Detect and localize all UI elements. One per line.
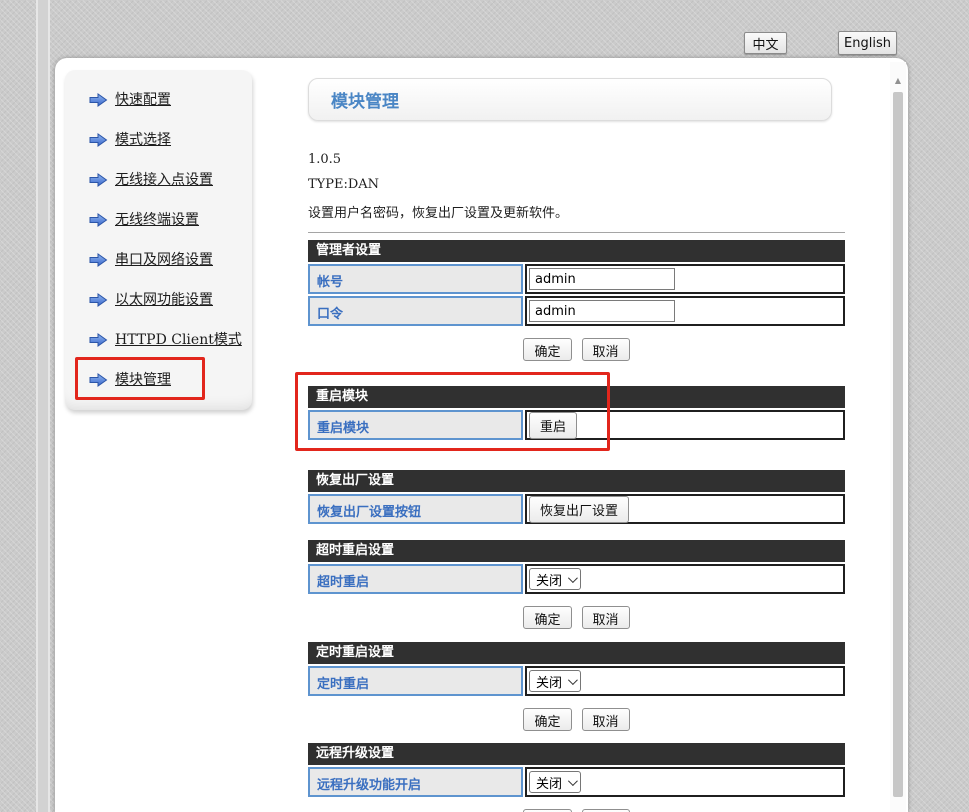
row-value: 关闭 (525, 564, 845, 594)
chevron-down-icon (568, 573, 578, 583)
table-row: 恢复出厂设置按钮恢复出厂设置 (308, 494, 845, 524)
section-header: 定时重启设置 (308, 642, 845, 664)
cancel-button[interactable]: 取消 (582, 708, 630, 731)
sidebar-link[interactable]: 串口及网络设置 (115, 249, 213, 269)
scroll-up-arrow-icon[interactable]: ▲ (890, 74, 906, 88)
row-label: 重启模块 (308, 410, 523, 440)
table-row: 远程升级功能开启关闭 (308, 767, 845, 797)
restart-button[interactable]: 重启 (529, 412, 577, 439)
chevron-down-icon (568, 776, 578, 786)
settings-section: 恢复出厂设置恢复出厂设置按钮恢复出厂设置 (308, 470, 845, 524)
section-header: 重启模块 (308, 386, 845, 408)
password-input[interactable] (529, 300, 675, 322)
sidebar-item-以太网功能设置[interactable]: 以太网功能设置 (89, 286, 252, 312)
sidebar-item-HTTPD Client模式[interactable]: HTTPD Client模式 (89, 326, 252, 352)
table-row: 口令 (308, 296, 845, 326)
sidebar-link[interactable]: 模式选择 (115, 129, 171, 149)
arrow-right-icon (89, 172, 108, 186)
row-label: 定时重启 (308, 666, 523, 696)
arrow-right-icon (89, 332, 108, 346)
sidebar-item-模式选择[interactable]: 模式选择 (89, 126, 252, 152)
page-title: 模块管理 (331, 87, 399, 112)
sidebar-item-无线接入点设置[interactable]: 无线接入点设置 (89, 166, 252, 192)
settings-sections: 管理者设置帐号口令确定取消重启模块重启模块重启恢复出厂设置恢复出厂设置按钮恢复出… (308, 240, 845, 812)
cancel-button[interactable]: 取消 (582, 606, 630, 629)
timeout-restart-select[interactable]: 关闭 (529, 568, 581, 590)
row-label: 恢复出厂设置按钮 (308, 494, 523, 524)
table-row: 超时重启关闭 (308, 564, 845, 594)
confirm-button[interactable]: 确定 (523, 708, 571, 731)
sidebar-link[interactable]: 无线终端设置 (115, 209, 199, 229)
section-header: 超时重启设置 (308, 540, 845, 562)
main-content: 模块管理 1.0.5 TYPE:DAN 设置用户名密码，恢复出厂设置及更新软件。… (308, 78, 845, 812)
remote-upgrade-select[interactable]: 关闭 (529, 771, 581, 793)
arrow-right-icon (89, 252, 108, 266)
arrow-right-icon (89, 92, 108, 106)
scheduled-restart-select[interactable]: 关闭 (529, 670, 581, 692)
scrollbar-thumb[interactable] (893, 92, 903, 797)
divider (308, 232, 845, 233)
factory-reset-button[interactable]: 恢复出厂设置 (529, 496, 629, 523)
english-language-button[interactable]: English (838, 31, 897, 55)
section-actions: 确定取消 (308, 338, 845, 361)
settings-section: 远程升级设置远程升级功能开启关闭确定取消 (308, 743, 845, 812)
row-value (525, 264, 845, 294)
description-text: 设置用户名密码，恢复出厂设置及更新软件。 (308, 202, 845, 221)
settings-section: 超时重启设置超时重启关闭确定取消 (308, 540, 845, 629)
section-actions: 确定取消 (308, 708, 845, 731)
sidebar-link[interactable]: 无线接入点设置 (115, 169, 213, 189)
section-actions: 确定取消 (308, 606, 845, 629)
sidebar-item-模块管理[interactable]: 模块管理 (89, 366, 252, 392)
sidebar-item-无线终端设置[interactable]: 无线终端设置 (89, 206, 252, 232)
select-value: 关闭 (536, 773, 562, 792)
row-value: 关闭 (525, 767, 845, 797)
arrow-right-icon (89, 292, 108, 306)
sidebar-item-串口及网络设置[interactable]: 串口及网络设置 (89, 246, 252, 272)
row-value (525, 296, 845, 326)
version-text: 1.0.5 (308, 152, 845, 167)
section-header: 恢复出厂设置 (308, 470, 845, 492)
row-value: 重启 (525, 410, 845, 440)
row-value: 恢复出厂设置 (525, 494, 845, 524)
confirm-button[interactable]: 确定 (523, 606, 571, 629)
type-text: TYPE:DAN (308, 177, 845, 192)
sidebar-link[interactable]: HTTPD Client模式 (115, 329, 242, 349)
row-label: 口令 (308, 296, 523, 326)
sidebar: 快速配置模式选择无线接入点设置无线终端设置串口及网络设置以太网功能设置 HTTPD… (65, 70, 252, 410)
account-input[interactable] (529, 268, 675, 290)
chevron-down-icon (568, 675, 578, 685)
arrow-right-icon (89, 212, 108, 226)
row-label: 超时重启 (308, 564, 523, 594)
settings-section: 定时重启设置定时重启关闭确定取消 (308, 642, 845, 731)
table-row: 重启模块重启 (308, 410, 845, 440)
sidebar-link[interactable]: 以太网功能设置 (115, 289, 213, 309)
confirm-button[interactable]: 确定 (523, 338, 571, 361)
chinese-language-button[interactable]: 中文 (744, 32, 787, 54)
content-panel: 快速配置模式选择无线接入点设置无线终端设置串口及网络设置以太网功能设置 HTTPD… (55, 58, 908, 812)
section-header: 远程升级设置 (308, 743, 845, 765)
arrow-right-icon (89, 372, 108, 386)
page-title-box: 模块管理 (308, 78, 832, 121)
select-value: 关闭 (536, 672, 562, 691)
table-row: 帐号 (308, 264, 845, 294)
sidebar-link[interactable]: 模块管理 (115, 369, 171, 389)
settings-section: 重启模块重启模块重启 (308, 386, 845, 440)
settings-section: 管理者设置帐号口令确定取消 (308, 240, 845, 361)
sidebar-item-快速配置[interactable]: 快速配置 (89, 86, 252, 112)
scrollbar[interactable]: ▲ (890, 62, 906, 812)
sidebar-link[interactable]: 快速配置 (115, 89, 171, 109)
background-strip (36, 0, 50, 812)
section-header: 管理者设置 (308, 240, 845, 262)
cancel-button[interactable]: 取消 (582, 338, 630, 361)
arrow-right-icon (89, 132, 108, 146)
row-label: 帐号 (308, 264, 523, 294)
row-label: 远程升级功能开启 (308, 767, 523, 797)
table-row: 定时重启关闭 (308, 666, 845, 696)
select-value: 关闭 (536, 570, 562, 589)
row-value: 关闭 (525, 666, 845, 696)
